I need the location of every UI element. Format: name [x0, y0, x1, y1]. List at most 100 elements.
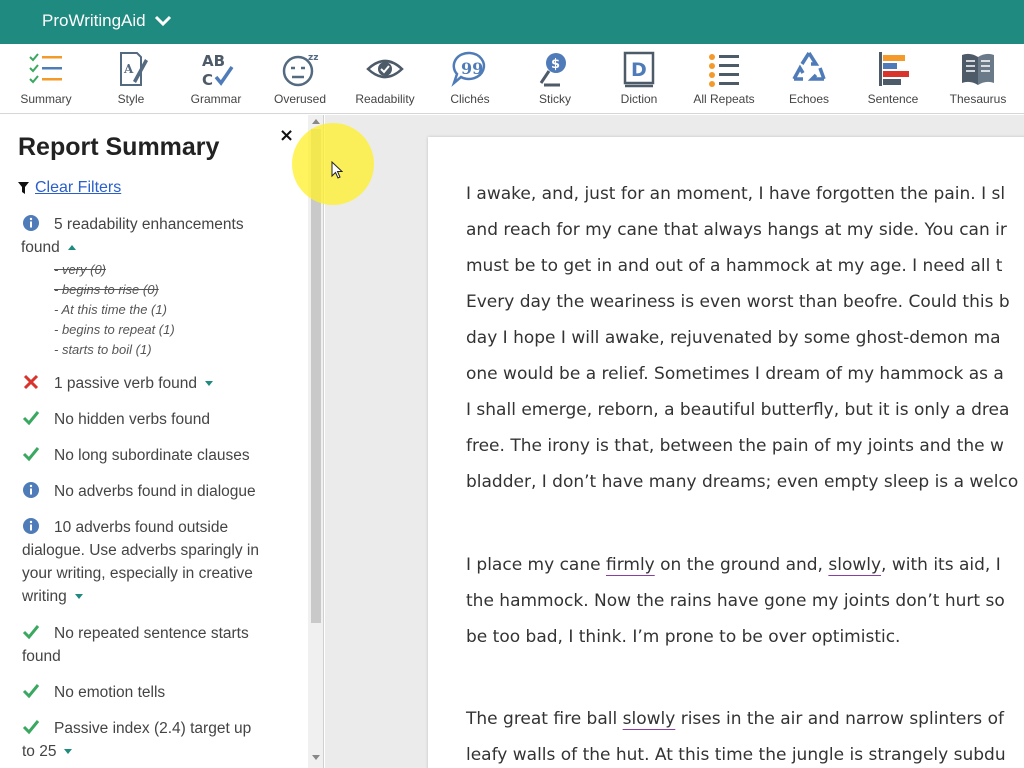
tool-sentence[interactable]: Sentence: [851, 49, 935, 111]
svg-text:D: D: [631, 59, 647, 81]
tool-thesaurus[interactable]: Thesaurus: [936, 49, 1020, 111]
summary-item-text: to 25: [22, 743, 57, 760]
collapse-caret-icon[interactable]: [67, 245, 76, 250]
summary-item[interactable]: Passive index (2.4) target up to 25: [22, 717, 294, 763]
expand-caret-icon[interactable]: [205, 381, 214, 386]
text-line[interactable]: and reach for my cane that always hangs …: [466, 212, 1018, 248]
readability-subitem[interactable]: - very (0): [54, 260, 106, 280]
info-icon: [23, 482, 39, 498]
text-line[interactable]: one would be a relief. Sometimes I dream…: [466, 356, 1018, 392]
tool-all-repeats[interactable]: All Repeats: [682, 49, 766, 111]
summary-item[interactable]: No long subordinate clauses: [22, 444, 294, 467]
summary-item[interactable]: No hidden verbs found: [22, 408, 294, 431]
tool-sticky[interactable]: $ Sticky: [513, 49, 597, 111]
error-x-icon: [23, 374, 39, 390]
readability-subitem[interactable]: - At this time the (1): [54, 300, 167, 320]
flagged-adverb[interactable]: firmly: [606, 555, 655, 575]
svg-text:$: $: [551, 57, 560, 72]
summary-item[interactable]: 5 readability enhancements found: [21, 213, 294, 259]
tool-label: Diction: [620, 92, 658, 106]
summary-item-text: dialogue. Use adverbs sparingly in: [22, 542, 259, 559]
tool-label: All Repeats: [693, 92, 755, 106]
svg-text:A: A: [123, 62, 134, 76]
flagged-adverb[interactable]: slowly: [623, 709, 676, 729]
style-icon: A: [120, 52, 148, 86]
document-page[interactable]: I awake, and, just for an moment, I have…: [428, 137, 1024, 768]
tool-label: Sentence: [867, 92, 919, 106]
summary-item[interactable]: No repeated sentence starts found: [22, 622, 294, 668]
info-icon: [23, 215, 39, 231]
tool-label: Readability: [355, 92, 415, 106]
chevron-down-icon: [154, 15, 171, 27]
tool-cliches[interactable]: 99 Clichés: [428, 49, 512, 111]
summary-item-text: No repeated sentence starts: [54, 625, 249, 642]
text-line[interactable]: Every day the weariness is even worst th…: [466, 284, 1018, 320]
text-line[interactable]: I shall emerge, reborn, a beautiful butt…: [466, 392, 1018, 428]
tool-grammar[interactable]: AB C Grammar: [174, 49, 258, 111]
text-line[interactable]: I awake, and, just for an moment, I have…: [466, 176, 1018, 212]
expand-caret-icon[interactable]: [74, 594, 83, 599]
summary-item-text: No emotion tells: [54, 684, 166, 701]
summary-icon: [29, 53, 62, 84]
readability-subitem[interactable]: - begins to repeat (1): [54, 320, 175, 340]
summary-item-text: your writing, especially in creative: [22, 565, 253, 582]
summary-item[interactable]: 1 passive verb found: [22, 372, 294, 395]
text-run: , with its aid, I: [881, 555, 1001, 575]
text-line[interactable]: leafy walls of the hut. At this time the…: [466, 737, 1006, 768]
tool-style[interactable]: A Style: [89, 49, 173, 111]
close-panel-button[interactable]: ×: [279, 125, 294, 146]
scroll-up-arrow-icon[interactable]: [312, 119, 320, 124]
summary-item[interactable]: No emotion tells: [22, 681, 294, 704]
scroll-down-arrow-icon[interactable]: [312, 755, 320, 760]
report-summary-panel: Report Summary × Clear Filters 5 readabi…: [0, 115, 324, 768]
summary-item-text: No long subordinate clauses: [54, 447, 250, 464]
tool-readability[interactable]: Readability: [343, 49, 427, 111]
flagged-adverb[interactable]: slowly: [828, 555, 881, 575]
readability-subitem[interactable]: - begins to rise (0): [54, 280, 159, 300]
text-line[interactable]: bladder, I don’t have many dreams; even …: [466, 464, 1018, 500]
all-repeats-icon: [709, 54, 739, 87]
svg-text:zz: zz: [308, 53, 318, 63]
sidebar-scrollbar[interactable]: [308, 115, 323, 768]
readability-subitem[interactable]: - starts to boil (1): [54, 340, 152, 360]
app-header: ProWritingAid: [0, 0, 1024, 44]
info-icon: [23, 518, 39, 534]
summary-item-text: found: [22, 648, 61, 665]
tool-echoes[interactable]: Echoes: [767, 49, 851, 111]
summary-item-text: 5 readability enhancements: [54, 216, 244, 233]
scrollbar-thumb[interactable]: [311, 129, 321, 623]
readability-icon: [366, 59, 404, 79]
filter-icon: [18, 182, 29, 194]
text-line[interactable]: The great fire ball slowly rises in the …: [466, 701, 1006, 737]
summary-item-text: 10 adverbs found outside: [54, 519, 229, 536]
check-icon: [22, 720, 40, 735]
text-run: I place my cane: [466, 555, 606, 575]
expand-caret-icon[interactable]: [64, 749, 73, 754]
tool-diction[interactable]: D Diction: [597, 49, 681, 111]
tool-summary[interactable]: Summary: [4, 49, 88, 111]
check-icon: [22, 447, 40, 462]
text-line[interactable]: day I hope I will awake, rejuvenated by …: [466, 320, 1018, 356]
app-name: ProWritingAid: [42, 11, 146, 30]
check-icon: [22, 625, 40, 640]
grammar-icon: AB C: [202, 52, 234, 89]
text-line[interactable]: be too bad, I think. I’m prone to be ove…: [466, 619, 1005, 655]
text-line[interactable]: free. The irony is that, between the pai…: [466, 428, 1018, 464]
paragraph-3[interactable]: The great fire ball slowly rises in the …: [466, 701, 1006, 768]
tool-label: Clichés: [450, 92, 490, 106]
svg-text:AB: AB: [202, 52, 225, 70]
paragraph-1[interactable]: I awake, and, just for an moment, I have…: [466, 176, 1018, 500]
summary-item[interactable]: 10 adverbs found outside dialogue. Use a…: [22, 516, 294, 608]
text-line[interactable]: must be to get in and out of a hammock a…: [466, 248, 1018, 284]
tool-overused[interactable]: zz Overused: [258, 49, 342, 111]
text-line[interactable]: the hammock. Now the rains have gone my …: [466, 583, 1005, 619]
diction-icon: D: [623, 51, 655, 88]
tool-label: Overused: [273, 92, 327, 106]
paragraph-2[interactable]: I place my cane firmly on the ground and…: [466, 547, 1005, 655]
text-line[interactable]: I place my cane firmly on the ground and…: [466, 547, 1005, 583]
text-run: on the ground and,: [654, 555, 829, 575]
clear-filters-link[interactable]: Clear Filters: [35, 179, 121, 197]
summary-item[interactable]: No adverbs found in dialogue: [22, 480, 294, 503]
svg-text:C: C: [202, 71, 213, 89]
app-menu[interactable]: ProWritingAid: [42, 11, 172, 31]
